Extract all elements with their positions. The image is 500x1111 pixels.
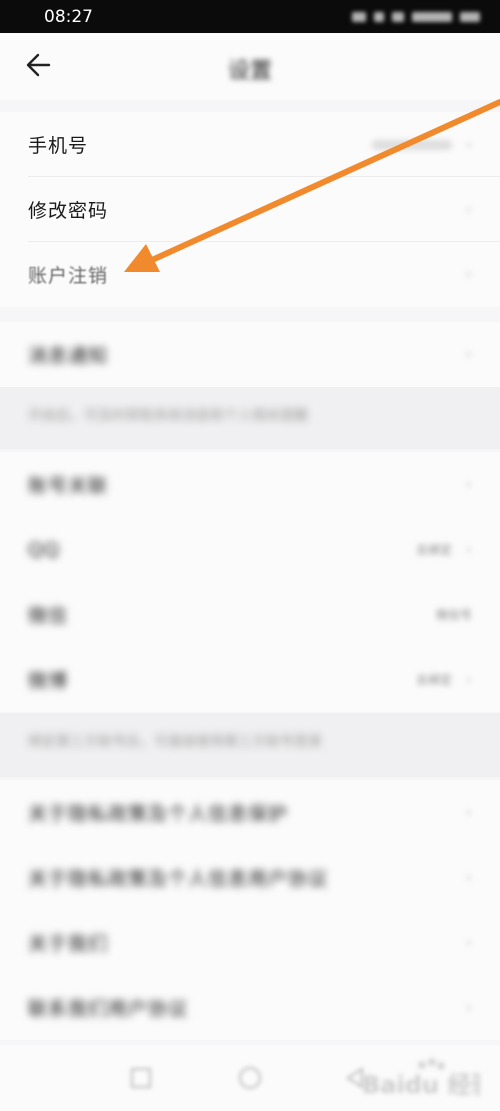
page-title: 设置	[227, 59, 272, 84]
settings-row-about[interactable]: 关于我们 ›	[0, 910, 500, 975]
settings-row-qq[interactable]: QQ 去绑定 ›	[0, 517, 500, 582]
chevron-right-icon: ›	[466, 804, 472, 821]
chevron-right-icon: ›	[466, 934, 472, 951]
agreements-group: 关于隐私政策及个人信息保护 › 关于隐私政策及个人信息用户协议 › 关于我们 ›…	[0, 780, 500, 1040]
square-icon	[131, 1068, 151, 1088]
row-label: 微信	[28, 605, 69, 627]
row-label: QQ	[28, 538, 60, 561]
settings-row-account-deletion[interactable]: 账户注销 ›	[0, 242, 500, 307]
paw-icon: Baidu 经验	[362, 1058, 495, 1099]
notifications-group: 消息通知 ›	[0, 322, 500, 387]
row-value: 去绑定	[415, 543, 452, 557]
settings-row-privacy-policy[interactable]: 关于隐私政策及个人信息保护 ›	[0, 780, 500, 845]
status-icons	[310, 10, 480, 24]
note-text: 开启后，可及时获取系统消息和个人相关提醒	[28, 408, 308, 424]
row-label: 关于隐私政策及个人信息用户协议	[28, 868, 329, 890]
watermark-logo: Baidu 经验	[360, 1055, 495, 1101]
note-text: 绑定第三方账号后，可直接使用第三方账号登录	[28, 734, 322, 750]
settings-row-weibo[interactable]: 微博 去绑定 ›	[0, 647, 500, 712]
home-button[interactable]	[237, 1065, 263, 1091]
row-label: 账户注销	[28, 265, 109, 287]
row-label: 账号关联	[28, 475, 109, 497]
chevron-right-icon: ›	[466, 541, 472, 558]
status-bar: 08:27	[0, 0, 500, 33]
notifications-note: 开启后，可及时获取系统消息和个人相关提醒	[0, 387, 500, 449]
chevron-right-icon: ›	[466, 671, 472, 688]
settings-row-phone[interactable]: 手机号 ›	[0, 112, 500, 177]
row-label: 联系我们用户协议	[28, 998, 189, 1020]
circle-icon	[239, 1067, 261, 1089]
settings-row-change-password[interactable]: 修改密码 ›	[0, 177, 500, 242]
row-label: 微博	[28, 670, 69, 692]
phone-value-placeholder	[372, 139, 452, 150]
chevron-right-icon: ›	[466, 476, 472, 493]
chevron-right-icon: ›	[466, 201, 472, 218]
row-value: 去绑定	[415, 673, 452, 687]
row-label: 修改密码	[28, 200, 109, 222]
row-value: 微信号	[435, 608, 472, 622]
header: 设置	[0, 33, 500, 100]
bindings-group: 账号关联 › QQ 去绑定 › 微信 微信号 微博 去绑定 ›	[0, 452, 500, 712]
settings-row-notifications[interactable]: 消息通知 ›	[0, 322, 500, 387]
chevron-right-icon: ›	[466, 869, 472, 886]
recent-apps-button[interactable]	[128, 1065, 154, 1091]
chevron-right-icon: ›	[466, 136, 472, 153]
settings-row-contact[interactable]: 联系我们用户协议 ›	[0, 975, 500, 1040]
chevron-right-icon: ›	[466, 346, 472, 363]
bindings-note: 绑定第三方账号后，可直接使用第三方账号登录	[0, 713, 500, 777]
settings-row-wechat[interactable]: 微信 微信号	[0, 582, 500, 647]
row-label: 关于我们	[28, 933, 109, 955]
row-label: 消息通知	[28, 345, 109, 367]
settings-row-account-link[interactable]: 账号关联 ›	[0, 452, 500, 517]
chevron-right-icon: ›	[466, 266, 472, 283]
settings-row-user-agreement[interactable]: 关于隐私政策及个人信息用户协议 ›	[0, 845, 500, 910]
row-label: 关于隐私政策及个人信息保护	[28, 803, 289, 825]
watermark-text: Baidu 经验	[362, 1071, 480, 1099]
row-label: 手机号	[28, 135, 89, 157]
account-group: 手机号 › 修改密码 › 账户注销 ›	[0, 112, 500, 307]
chevron-right-icon: ›	[466, 999, 472, 1016]
status-time: 08:27	[44, 7, 93, 27]
